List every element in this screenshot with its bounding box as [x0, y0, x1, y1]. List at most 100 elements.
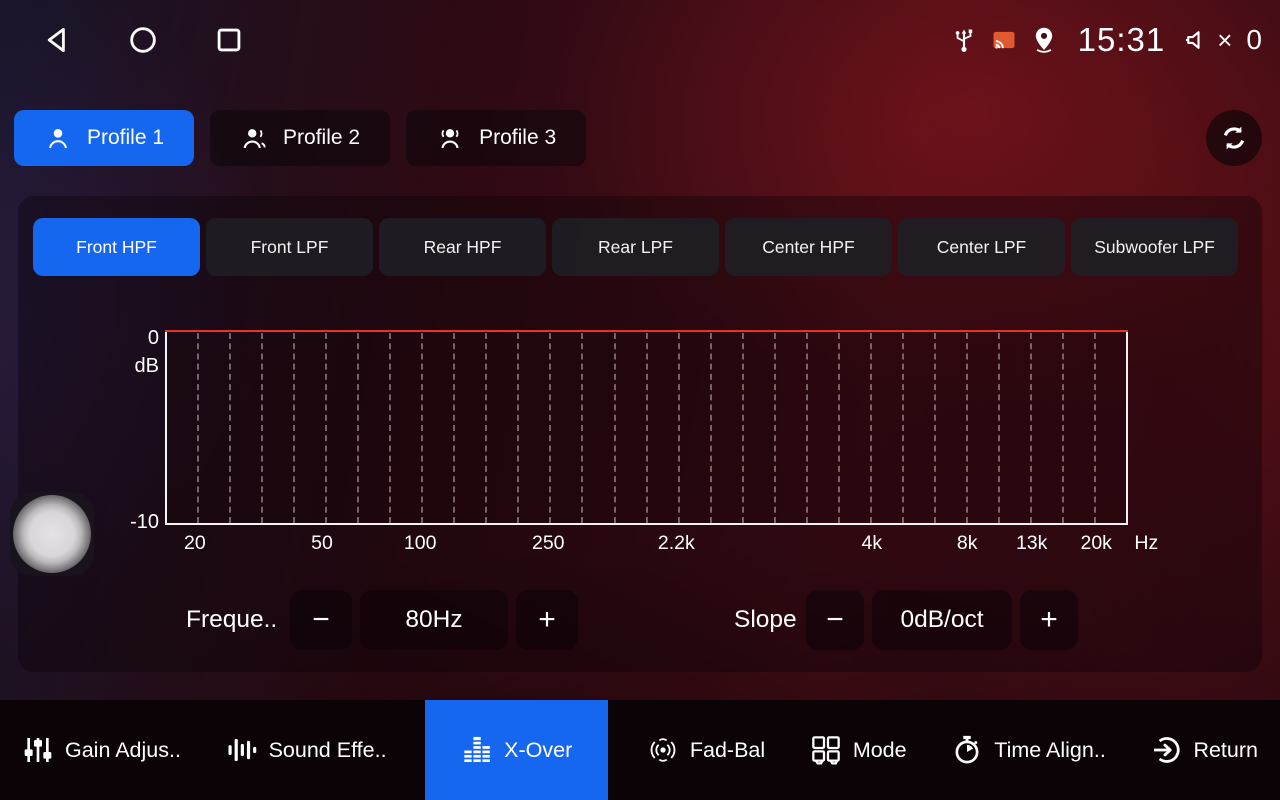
tab-center-hpf[interactable]: Center HPF: [725, 218, 892, 276]
speaker-waves-icon: [647, 734, 679, 766]
gridline: [998, 333, 1000, 523]
gridline: [453, 333, 455, 523]
floating-knob-button[interactable]: [10, 492, 94, 576]
slope-plus-button[interactable]: +: [1020, 590, 1078, 650]
x-axis-unit: Hz: [1134, 532, 1158, 555]
x-tick: 2.2k: [658, 532, 695, 555]
mixer-sliders-icon: [22, 734, 54, 766]
tab-center-lpf[interactable]: Center LPF: [898, 218, 1065, 276]
tab-subwoofer-lpf[interactable]: Subwoofer LPF: [1071, 218, 1238, 276]
users-icon: [436, 124, 464, 152]
y-axis-unit: dB: [117, 355, 159, 378]
tab-front-lpf[interactable]: Front LPF: [206, 218, 373, 276]
gridline: [646, 333, 648, 523]
status-icons: 15:31 × 0: [950, 21, 1262, 59]
gridline: [678, 333, 680, 523]
gridline: [774, 333, 776, 523]
home-icon[interactable]: [126, 23, 160, 57]
nav-label: Return: [1193, 738, 1258, 763]
crossover-panel: Front HPF Front LPF Rear HPF Rear LPF Ce…: [18, 196, 1262, 672]
y-tick-0: 0: [117, 327, 159, 350]
nav-label: X-Over: [504, 738, 572, 763]
x-tick: 20k: [1080, 532, 1111, 555]
gridline: [357, 333, 359, 523]
user-speaking-icon: [240, 124, 268, 152]
recents-icon[interactable]: [212, 23, 246, 57]
gridline: [838, 333, 840, 523]
nav-label: Mode: [853, 738, 907, 763]
tab-label: Center HPF: [762, 237, 854, 258]
gridline: [1062, 333, 1064, 523]
nav-label: Fad-Bal: [690, 738, 765, 763]
frequency-value: 80Hz: [360, 590, 508, 650]
gridline: [966, 333, 968, 523]
gridline: [549, 333, 551, 523]
equalizer-bars-icon: [226, 734, 258, 766]
tab-rear-lpf[interactable]: Rear LPF: [552, 218, 719, 276]
sync-reset-button[interactable]: [1206, 110, 1262, 166]
profile-1-button[interactable]: Profile 1: [14, 110, 194, 166]
refresh-icon: [1218, 122, 1250, 154]
profile-2-button[interactable]: Profile 2: [210, 110, 390, 166]
x-tick: 8k: [957, 532, 978, 555]
tab-label: Front LPF: [251, 237, 329, 258]
slope-minus-button[interactable]: −: [806, 590, 864, 650]
gridline: [389, 333, 391, 523]
slope-label: Slope: [734, 590, 797, 650]
gridline: [614, 333, 616, 523]
gridline: [517, 333, 519, 523]
nav-sound-effects[interactable]: Sound Effe..: [220, 700, 393, 800]
x-axis-labels: 20 50 100 250 2.2k 4k 8k 13k 20k Hz: [165, 532, 1128, 562]
gridline: [1094, 333, 1096, 523]
profile-bar: Profile 1 Profile 2 Profile 3: [14, 110, 1262, 166]
nav-time-align[interactable]: Time Align..: [945, 700, 1112, 800]
location-icon: [1030, 26, 1058, 54]
slope-value: 0dB/oct: [872, 590, 1012, 650]
response-curve: [165, 330, 1128, 332]
x-tick: 50: [311, 532, 333, 555]
gridline: [902, 333, 904, 523]
bottom-nav: Gain Adjus.. Sound Effe.. X-Over: [0, 700, 1280, 800]
nav-x-over[interactable]: X-Over: [425, 700, 608, 800]
nav-label: Time Align..: [994, 738, 1106, 763]
frequency-plus-button[interactable]: +: [516, 590, 578, 650]
cast-icon: [990, 26, 1018, 54]
nav-label: Gain Adjus..: [65, 738, 181, 763]
volume-mute-mark: ×: [1217, 25, 1232, 56]
nav-gain-adjust[interactable]: Gain Adjus..: [16, 700, 187, 800]
x-tick: 4k: [862, 532, 883, 555]
gridline: [485, 333, 487, 523]
volume-muted-icon: [1183, 26, 1211, 54]
tab-rear-hpf[interactable]: Rear HPF: [379, 218, 546, 276]
nav-label: Sound Effe..: [269, 738, 387, 763]
gridline: [870, 333, 872, 523]
arrow-in-circle-icon: [1150, 734, 1182, 766]
x-tick: 250: [532, 532, 565, 555]
plot-area[interactable]: 0 dB -10: [165, 330, 1128, 525]
profile-3-button[interactable]: Profile 3: [406, 110, 586, 166]
frequency-minus-button[interactable]: −: [290, 590, 352, 650]
gridline: [742, 333, 744, 523]
clock: 15:31: [1078, 21, 1166, 59]
frequency-label: Freque..: [186, 590, 277, 650]
profile-label: Profile 1: [87, 126, 164, 150]
gridline: [261, 333, 263, 523]
tab-front-hpf[interactable]: Front HPF: [33, 218, 200, 276]
status-bar: 15:31 × 0: [0, 0, 1280, 80]
x-tick: 100: [404, 532, 437, 555]
speaker-grid-icon: [810, 734, 842, 766]
back-icon[interactable]: [40, 23, 74, 57]
profile-label: Profile 2: [283, 126, 360, 150]
android-nav-buttons: [40, 23, 246, 57]
gridline: [934, 333, 936, 523]
crossover-columns-icon: [461, 734, 493, 766]
profile-label: Profile 3: [479, 126, 556, 150]
nav-return[interactable]: Return: [1144, 700, 1264, 800]
nav-fad-bal[interactable]: Fad-Bal: [641, 700, 771, 800]
x-tick: 20: [184, 532, 206, 555]
usb-icon: [950, 26, 978, 54]
gridline: [293, 333, 295, 523]
gridline: [197, 333, 199, 523]
nav-mode[interactable]: Mode: [804, 700, 913, 800]
volume-level: 0: [1246, 24, 1262, 56]
